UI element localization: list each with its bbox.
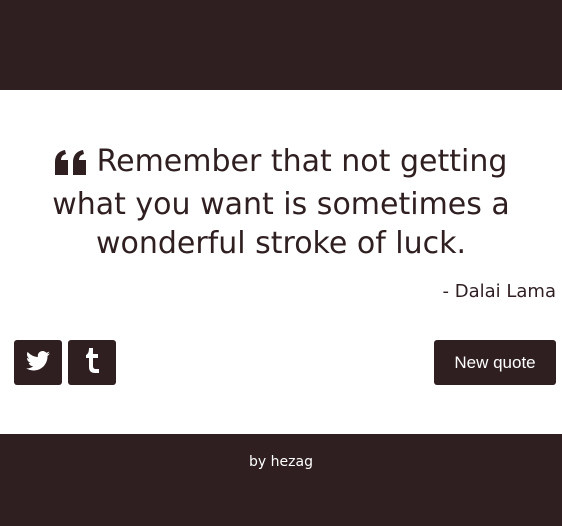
tweet-quote-button[interactable]	[14, 340, 62, 385]
quote-left-icon	[54, 146, 87, 185]
quote-box: Remember that not getting what you want …	[0, 90, 562, 434]
quote-text: Remember that not getting what you want …	[52, 144, 510, 261]
quote-text-block: Remember that not getting what you want …	[40, 142, 522, 263]
footer-prefix: by	[249, 454, 267, 470]
footer-author-link[interactable]: hezag	[271, 454, 313, 470]
tumblr-icon	[84, 347, 100, 378]
twitter-icon	[26, 350, 50, 375]
footer: by hezag	[0, 452, 562, 472]
quote-author: - Dalai Lama	[442, 281, 556, 302]
tumblr-share-button[interactable]	[68, 340, 116, 385]
new-quote-button[interactable]: New quote	[434, 340, 556, 385]
